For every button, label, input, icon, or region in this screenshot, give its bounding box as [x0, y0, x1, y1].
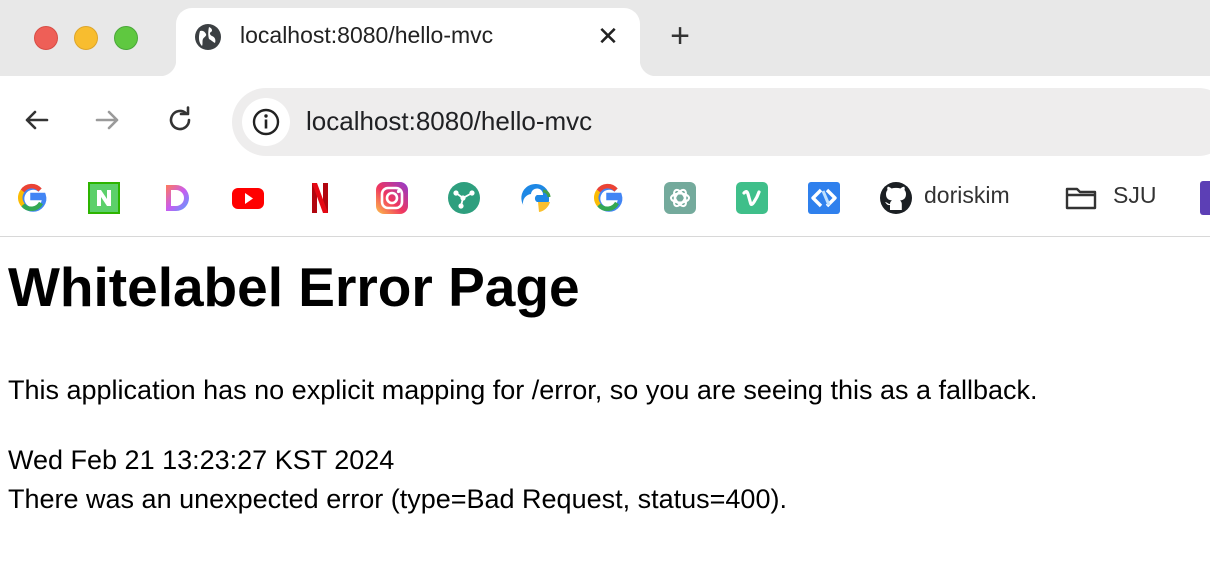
- window-maximize-button[interactable]: [114, 26, 138, 50]
- globe-icon: [195, 24, 221, 50]
- bookmark-label-folder[interactable]: SJU: [1113, 182, 1156, 209]
- browser-toolbar: localhost:8080/hello-mvc: [0, 76, 1210, 168]
- page-content: Whitelabel Error Page This application h…: [0, 237, 1210, 564]
- bookmarks-bar: doriskim SJU: [0, 168, 1210, 237]
- vimeo-icon[interactable]: [735, 181, 769, 215]
- error-timestamp: Wed Feb 21 13:23:27 KST 2024: [8, 445, 395, 475]
- google-icon[interactable]: [15, 181, 49, 215]
- address-bar[interactable]: localhost:8080/hello-mvc: [232, 88, 1210, 156]
- url-text[interactable]: localhost:8080/hello-mvc: [306, 106, 592, 137]
- chatgpt-icon[interactable]: [663, 181, 697, 215]
- info-icon: [252, 108, 280, 136]
- tab-strip: localhost:8080/hello-mvc ✕ +: [0, 0, 1210, 76]
- page-title: Whitelabel Error Page: [8, 256, 580, 318]
- error-description: This application has no explicit mapping…: [8, 375, 1038, 405]
- forward-arrow-icon[interactable]: [92, 104, 124, 136]
- github-icon[interactable]: [879, 181, 913, 215]
- google-icon[interactable]: [591, 181, 625, 215]
- window-close-button[interactable]: [34, 26, 58, 50]
- window-minimize-button[interactable]: [74, 26, 98, 50]
- back-arrow-icon[interactable]: [20, 104, 52, 136]
- instagram-icon[interactable]: [375, 181, 409, 215]
- folder-icon[interactable]: [1064, 181, 1098, 215]
- new-tab-button[interactable]: +: [664, 19, 696, 53]
- active-tab[interactable]: localhost:8080/hello-mvc ✕: [160, 8, 656, 76]
- tab-title: localhost:8080/hello-mvc: [240, 22, 494, 48]
- site-info-button[interactable]: [242, 98, 290, 146]
- reload-icon[interactable]: [164, 104, 196, 136]
- tab-close-icon[interactable]: ✕: [594, 22, 622, 50]
- netflix-icon[interactable]: [303, 181, 337, 215]
- code-app-icon[interactable]: [807, 181, 841, 215]
- git-graph-icon[interactable]: [447, 181, 481, 215]
- overflow-bookmark-icon[interactable]: [1200, 181, 1210, 215]
- error-message: There was an unexpected error (type=Bad …: [8, 484, 787, 514]
- edge-icon[interactable]: [519, 181, 553, 215]
- bookmark-label-github[interactable]: doriskim: [924, 182, 1010, 209]
- d-app-icon[interactable]: [159, 181, 193, 215]
- youtube-icon[interactable]: [231, 181, 265, 215]
- naver-icon[interactable]: [87, 181, 121, 215]
